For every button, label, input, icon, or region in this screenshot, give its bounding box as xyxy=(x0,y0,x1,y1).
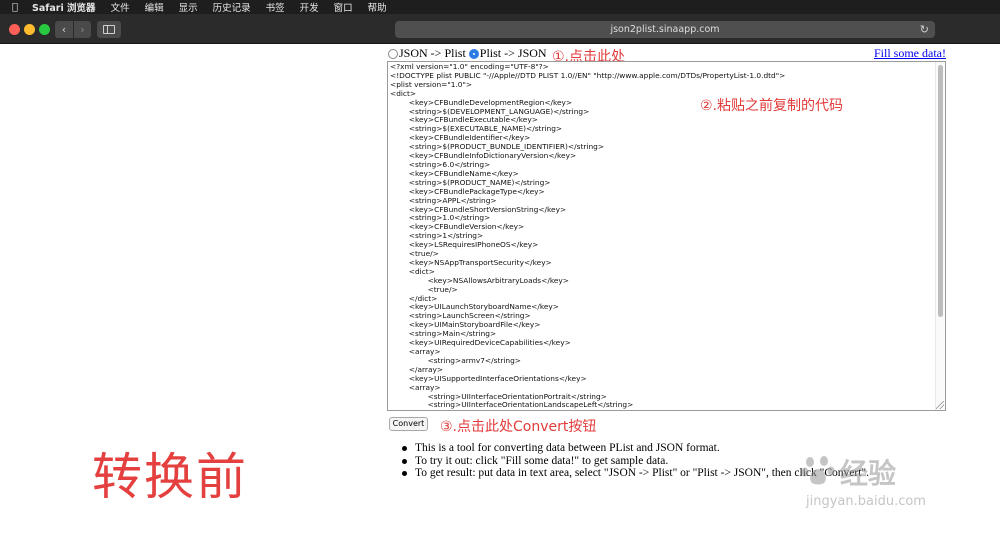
annotation-step-3: ③.点击此处Convert按钮 xyxy=(440,419,597,435)
menu-item-edit[interactable]: 编辑 xyxy=(145,0,164,14)
convert-button[interactable]: Convert xyxy=(389,417,428,431)
textarea-scroll-thumb[interactable] xyxy=(938,65,943,317)
menu-item-develop[interactable]: 开发 xyxy=(300,0,319,14)
menu-item-safari[interactable]: Safari 浏览器 xyxy=(32,0,96,14)
menu-bar:  Safari 浏览器 文件 编辑 显示 历史记录 书签 开发 窗口 帮助 xyxy=(0,0,1000,14)
before-conversion-label: 转换前 xyxy=(92,448,248,506)
sidebar-icon xyxy=(103,25,115,34)
menu-item-help[interactable]: 帮助 xyxy=(368,0,387,14)
menu-item-view[interactable]: 显示 xyxy=(179,0,198,14)
reload-icon[interactable]: ↻ xyxy=(920,21,929,38)
textarea-scrollbar[interactable] xyxy=(935,62,945,410)
sidebar-toggle-button[interactable] xyxy=(97,21,121,38)
watermark-url: jingyan.baidu.com xyxy=(806,494,926,509)
radio-plist-to-json[interactable] xyxy=(468,48,479,59)
plist-input-textarea[interactable]: <?xml version="1.0" encoding="UTF-8"?> <… xyxy=(387,61,946,411)
menu-item-history[interactable]: 历史记录 xyxy=(213,0,251,14)
menu-item-file[interactable]: 文件 xyxy=(111,0,130,14)
radio-json-to-plist[interactable] xyxy=(388,48,398,59)
back-button[interactable]: ‹ xyxy=(55,21,73,38)
radio-json-to-plist-label[interactable]: JSON -> Plist xyxy=(399,46,466,61)
close-window-button[interactable] xyxy=(9,24,20,35)
address-bar[interactable]: json2plist.sinaapp.com ↻ xyxy=(395,21,935,38)
radio-plist-to-json-label[interactable]: Plist -> JSON xyxy=(480,46,547,61)
fill-some-data-link[interactable]: Fill some data! xyxy=(874,46,946,61)
forward-button[interactable]: › xyxy=(73,21,91,38)
watermark-title: 经验 xyxy=(840,457,897,490)
paw-logo-icon xyxy=(801,456,835,485)
minimize-window-button[interactable] xyxy=(24,24,35,35)
annotation-step-2: ②.粘贴之前复制的代码 xyxy=(700,98,844,114)
mode-selector: JSON -> Plist Plist -> JSON xyxy=(388,46,550,61)
resize-handle-icon[interactable] xyxy=(936,401,944,409)
address-text: json2plist.sinaapp.com xyxy=(610,24,720,35)
browser-toolbar: ‹ › json2plist.sinaapp.com ↻ xyxy=(0,14,1000,44)
zoom-window-button[interactable] xyxy=(39,24,50,35)
menu-item-bookmarks[interactable]: 书签 xyxy=(266,0,285,14)
menu-item-window[interactable]: 窗口 xyxy=(334,0,353,14)
apple-icon[interactable]:  xyxy=(12,2,18,13)
textarea-content: <?xml version="1.0" encoding="UTF-8"?> <… xyxy=(390,62,786,410)
